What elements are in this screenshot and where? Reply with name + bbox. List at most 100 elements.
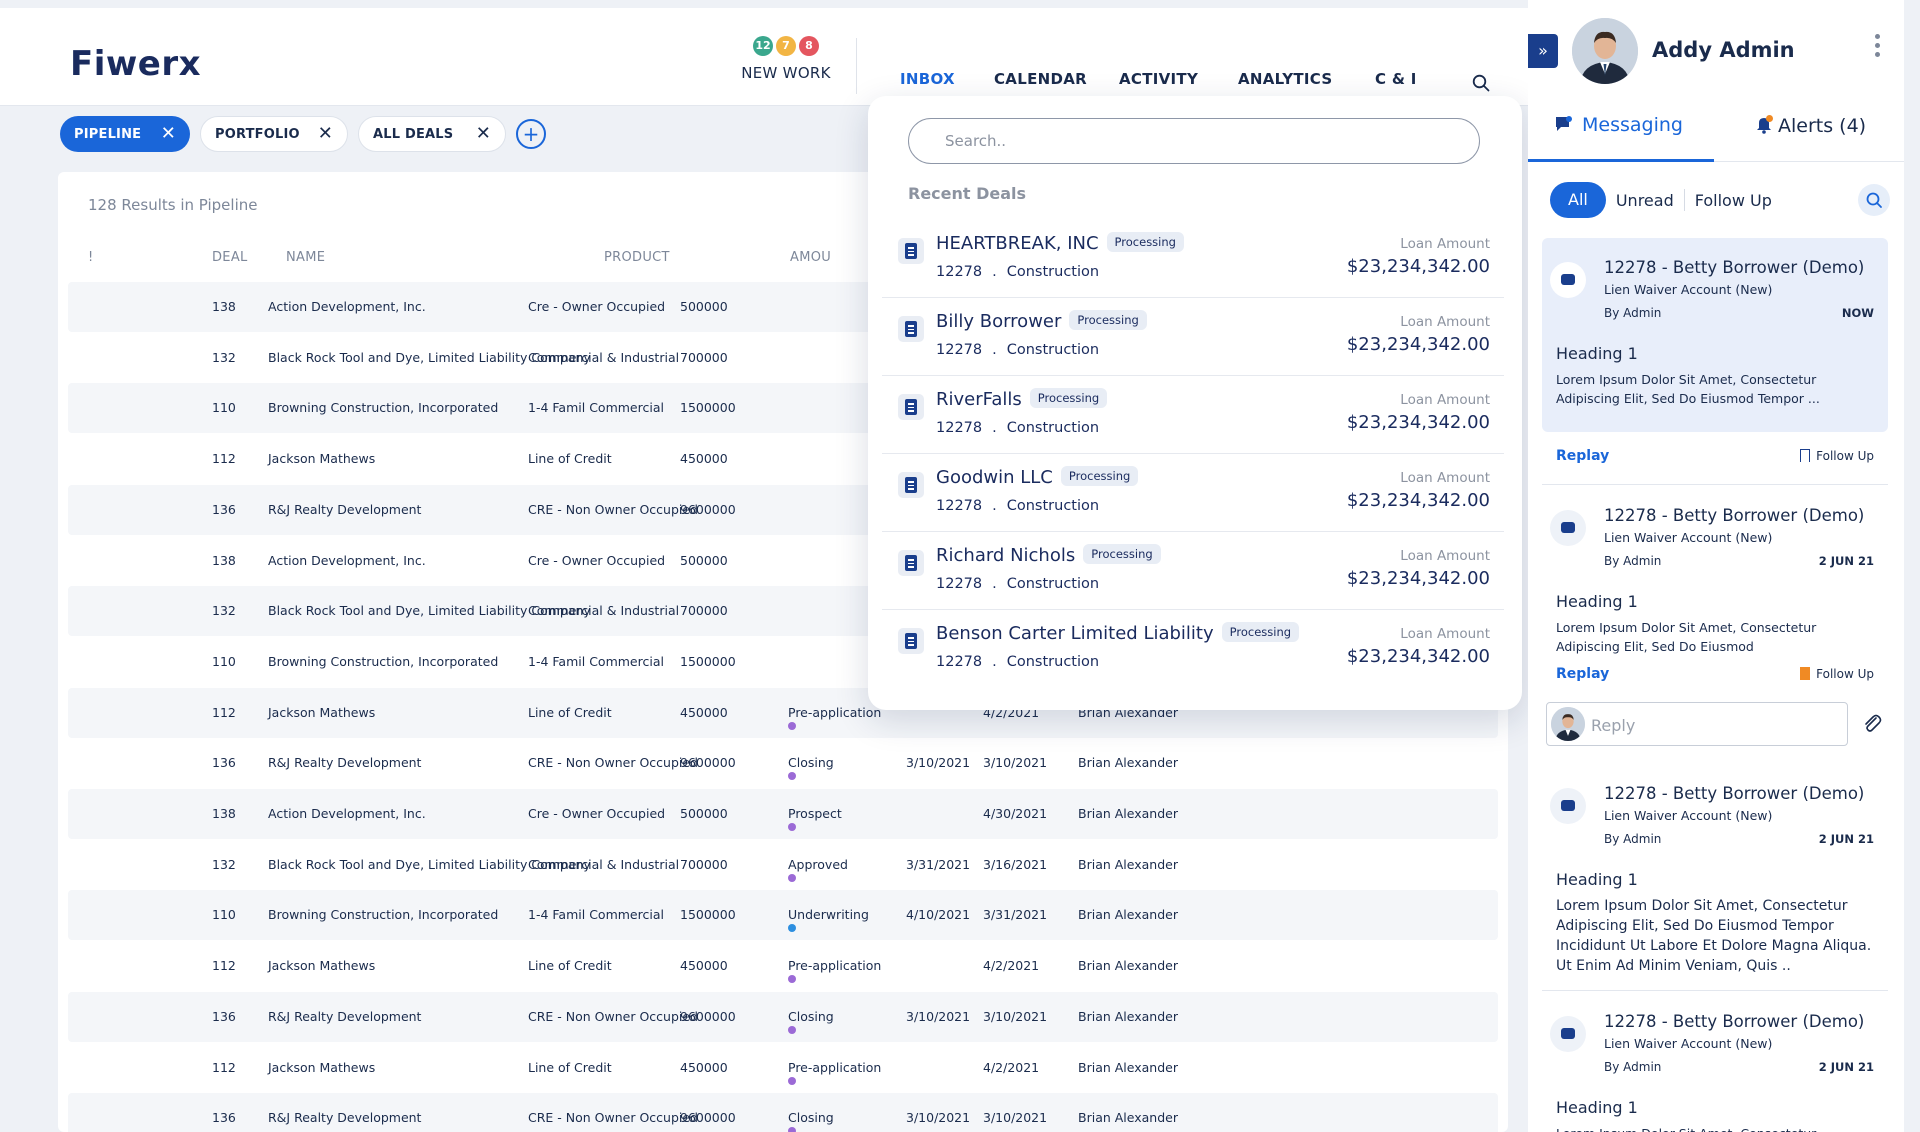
table-row[interactable]: 132 Black Rock Tool and Dye, Limited Liab…: [68, 840, 1498, 890]
message-card[interactable]: 12278 - Betty Borrower (Demo) Lien Waiver…: [1542, 486, 1888, 654]
message-card[interactable]: 12278 - Betty Borrower (Demo) Lien Waiver…: [1542, 992, 1888, 1132]
loan-amount-label: Loan Amount: [1400, 626, 1490, 642]
more-options-icon[interactable]: [1875, 34, 1881, 60]
message-card[interactable]: 12278 - Betty Borrower (Demo) Lien Waiver…: [1542, 238, 1888, 432]
replay-link[interactable]: Replay: [1556, 448, 1609, 464]
tab-inbox[interactable]: INBOX: [900, 70, 955, 88]
paperclip-icon[interactable]: [1860, 712, 1884, 736]
deal-type: Construction: [1006, 498, 1100, 514]
column-header-product[interactable]: PRODUCT: [604, 250, 670, 265]
app-logo[interactable]: Fiwerx: [70, 44, 201, 84]
document-icon: [898, 238, 924, 264]
replay-link[interactable]: Replay: [1556, 666, 1609, 682]
add-filter-button[interactable]: +: [516, 119, 546, 149]
deal-meta: 12278. Construction: [936, 654, 1099, 670]
deal-item[interactable]: HEARTBREAK, INC Processing 12278. Construct…: [882, 220, 1504, 298]
status-label: Prospect: [788, 806, 842, 821]
cell-owner: Brian Alexander: [1078, 806, 1178, 821]
follow-up-button[interactable]: Follow Up: [1800, 667, 1874, 681]
cell-date1: 3/10/2021: [906, 755, 971, 771]
table-row[interactable]: 112 Jackson Mathews Line of Credit 450000 Pr…: [68, 941, 1498, 991]
deal-id: 12278: [936, 420, 983, 436]
cell-amount: 9600000: [680, 755, 736, 771]
message-author: By Admin: [1604, 554, 1662, 568]
column-header-flag[interactable]: !: [88, 250, 94, 265]
tab-activity[interactable]: ACTIVITY: [1119, 70, 1198, 88]
search-icon[interactable]: [1472, 74, 1490, 92]
table-row[interactable]: 138 Action Development, Inc. Cre - Owner O…: [68, 789, 1498, 839]
cell-product: CRE - Non Owner Occupied: [528, 755, 698, 771]
cell-deal: 132: [212, 856, 236, 872]
cell-amount: 1500000: [680, 400, 736, 416]
deal-meta: 12278. Construction: [936, 342, 1099, 358]
close-icon[interactable]: ✕: [476, 125, 491, 143]
tab-messaging[interactable]: Messaging: [1554, 114, 1683, 136]
avatar[interactable]: [1572, 18, 1638, 84]
tab-calendar[interactable]: CALENDAR: [994, 70, 1087, 88]
message-heading: Heading 1: [1556, 1098, 1638, 1117]
deal-name-text: Benson Carter Limited Liability: [936, 623, 1214, 644]
cell-amount: 9600000: [680, 501, 736, 517]
cell-name: R&J Realty Development: [268, 1110, 422, 1126]
new-work-badge-red: 8: [799, 36, 819, 56]
close-icon[interactable]: ✕: [161, 125, 176, 143]
close-icon[interactable]: ✕: [318, 125, 333, 143]
loan-amount-value: $23,234,342.00: [1346, 256, 1490, 277]
cell-amount: 500000: [680, 299, 728, 314]
message-title: 12278 - Betty Borrower (Demo): [1604, 1012, 1865, 1031]
cell-deal: 138: [212, 552, 236, 568]
message-time: 2 JUN 21: [1818, 554, 1874, 568]
status-badge: Processing: [1083, 544, 1161, 564]
cell-amount: 9600000: [680, 1008, 736, 1024]
message-author: By Admin: [1604, 1060, 1662, 1074]
status-label: Pre-application: [788, 1059, 882, 1075]
filter-chip-all-deals[interactable]: ALL DEALS ✕: [358, 116, 506, 152]
filter-all[interactable]: All: [1550, 182, 1606, 218]
collapse-sidebar-button[interactable]: »: [1528, 34, 1558, 68]
deal-name: Billy Borrower Processing: [936, 310, 1147, 332]
status-badge: Processing: [1221, 622, 1300, 642]
deal-item[interactable]: Benson Carter Limited Liability Processin…: [882, 610, 1504, 688]
message-filter-group: All Unread Follow Up: [1550, 182, 1792, 218]
table-row[interactable]: 136 R&J Realty Development CRE - Non Owner…: [68, 1093, 1498, 1132]
deal-item[interactable]: Goodwin LLC Processing 12278. Construction L…: [882, 454, 1504, 532]
message-search-button[interactable]: [1858, 184, 1890, 216]
reply-input[interactable]: [1591, 713, 1831, 737]
reply-field[interactable]: [1546, 702, 1848, 746]
filter-follow-up[interactable]: Follow Up: [1685, 191, 1782, 210]
message-author: By Admin: [1604, 306, 1662, 320]
tab-alerts[interactable]: Alerts (4): [1754, 114, 1866, 137]
column-header-deal[interactable]: DEAL: [212, 250, 248, 265]
cell-owner: Brian Alexander: [1078, 907, 1178, 923]
active-tab-indicator: [1528, 159, 1714, 162]
bookmark-icon: [1800, 667, 1811, 680]
table-row[interactable]: 112 Jackson Mathews Line of Credit 450000 Pr…: [68, 1043, 1498, 1093]
table-row[interactable]: 136 R&J Realty Development CRE - Non Owner…: [68, 991, 1498, 1042]
table-row[interactable]: 136 R&J Realty Development CRE - Non Owner…: [68, 738, 1498, 788]
filter-chip-portfolio[interactable]: PORTFOLIO ✕: [200, 116, 348, 152]
deal-type: Construction: [1006, 654, 1100, 670]
tab-c-and-i[interactable]: C & I: [1375, 70, 1417, 88]
message-card[interactable]: 12278 - Betty Borrower (Demo) Lien Waiver…: [1542, 764, 1888, 984]
new-work-button[interactable]: 12 7 8 NEW WORK: [738, 36, 834, 82]
follow-up-button[interactable]: Follow Up: [1800, 449, 1874, 463]
user-name: Addy Admin: [1652, 38, 1795, 62]
filter-chip-pipeline[interactable]: PIPELINE ✕: [60, 116, 190, 152]
deal-item[interactable]: Richard Nichols Processing 12278. Construct…: [882, 532, 1504, 610]
cell-status: Pre-application: [788, 1059, 882, 1085]
cell-deal: 110: [212, 653, 236, 669]
status-label: Underwriting: [788, 907, 869, 923]
cell-owner: Brian Alexander: [1078, 958, 1178, 974]
column-header-amount[interactable]: AMOU: [790, 250, 831, 265]
deal-type: Construction: [1006, 342, 1100, 358]
deal-search-input[interactable]: [908, 118, 1480, 164]
deal-item[interactable]: RiverFalls Processing 12278. Construction Lo…: [882, 376, 1504, 454]
column-header-name[interactable]: NAME: [286, 250, 325, 265]
cell-date2: 3/10/2021: [983, 1008, 1048, 1024]
table-row[interactable]: 110 Browning Construction, Incorporated 1-…: [68, 890, 1498, 941]
cell-deal: 136: [212, 755, 236, 771]
filter-unread[interactable]: Unread: [1606, 191, 1684, 210]
deal-item[interactable]: Billy Borrower Processing 12278. Constructi…: [882, 298, 1504, 376]
status-label: Closing: [788, 1110, 834, 1126]
tab-analytics[interactable]: ANALYTICS: [1238, 70, 1332, 88]
